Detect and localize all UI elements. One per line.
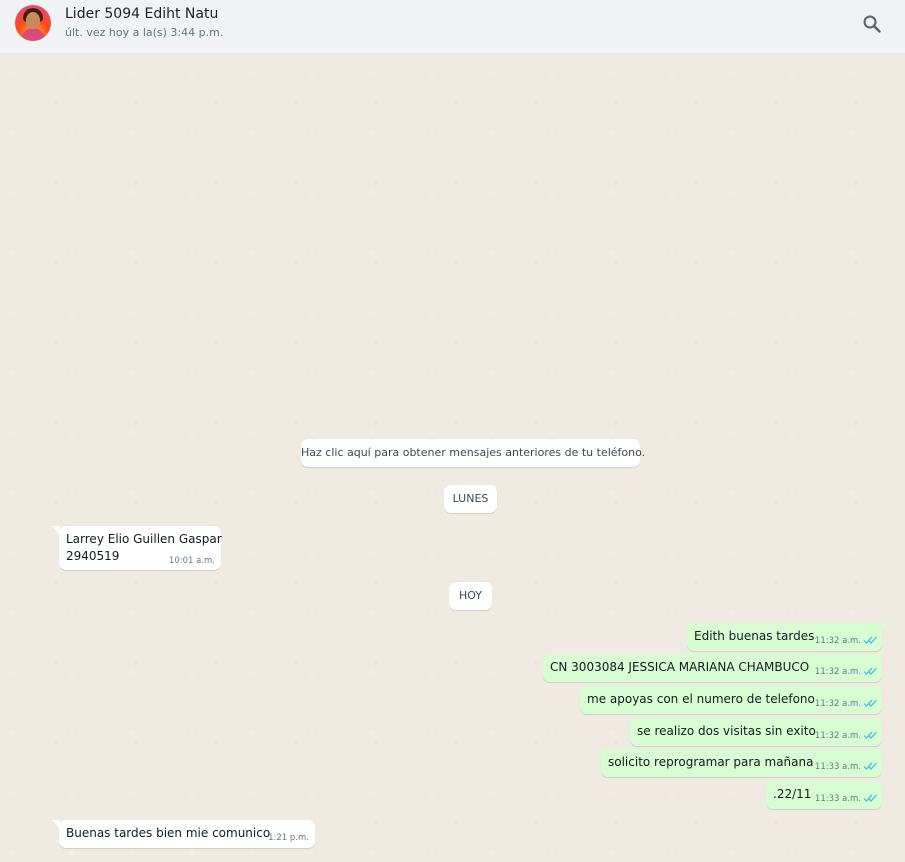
last-seen-status: últ. vez hoy a la(s) 3:44 p.m. (65, 26, 224, 39)
message-bubble-incoming[interactable]: Buenas tardes bien mie comunico 1:21 p.m… (52, 820, 315, 848)
date-label: HOY (458, 589, 483, 602)
read-receipt-icon (863, 699, 877, 707)
message-bubble-outgoing[interactable]: me apoyas con el numero de telefono 11:3… (580, 686, 882, 714)
read-receipt-icon (863, 762, 877, 770)
message-bubble-outgoing[interactable]: se realizo dos visitas sin exito 11:32 a… (630, 718, 882, 746)
message-time: 11:33 a.m. (814, 794, 861, 804)
date-divider-today: HOY (449, 582, 492, 610)
message-time: 1:21 p.m. (268, 833, 309, 843)
message-time: 11:32 a.m. (814, 636, 861, 646)
read-receipt-icon (863, 636, 877, 644)
message-bubble-outgoing[interactable]: .22/11 11:33 a.m. (766, 781, 882, 809)
message-bubble-incoming[interactable]: Larrey Elio Guillen Gaspar 2940519 10:01… (52, 526, 222, 570)
message-text: Edith buenas tardes (694, 629, 815, 643)
message-time: 11:32 a.m. (814, 667, 861, 677)
read-receipt-icon (863, 794, 877, 802)
message-text: me apoyas con el numero de telefono (587, 692, 815, 706)
message-time: 11:32 a.m. (814, 731, 861, 741)
message-text: CN 3003084 JESSICA MARIANA CHAMBUCO (550, 660, 810, 674)
read-receipt-icon (863, 667, 877, 675)
date-label: LUNES (452, 492, 489, 505)
message-text: se realizo dos visitas sin exito (637, 724, 816, 738)
read-receipt-icon (863, 731, 877, 739)
message-bubble-outgoing[interactable]: solicito reprogramar para mañana 11:33 a… (601, 749, 882, 777)
message-text: solicito reprogramar para mañana (608, 755, 814, 769)
message-time: 10:01 a.m. (168, 556, 215, 566)
chat-header: Lider 5094 Ediht Natu últ. vez hoy a la(… (0, 0, 905, 54)
message-text: 2940519 (66, 549, 120, 563)
message-text: .22/11 (773, 787, 812, 801)
contact-avatar[interactable] (15, 5, 51, 41)
search-icon[interactable] (862, 14, 882, 34)
message-text: Larrey Elio Guillen Gaspar (66, 532, 222, 546)
message-bubble-outgoing[interactable]: CN 3003084 JESSICA MARIANA CHAMBUCO 11:3… (543, 654, 882, 682)
message-time: 11:33 a.m. (814, 762, 861, 772)
date-divider-monday: LUNES (444, 485, 497, 513)
message-time: 11:32 a.m. (814, 699, 861, 709)
load-older-label: Haz clic aquí para obtener mensajes ante… (301, 446, 646, 459)
message-text: Buenas tardes bien mie comunico (66, 826, 271, 840)
message-bubble-outgoing[interactable]: Edith buenas tardes 11:32 a.m. (687, 623, 889, 651)
load-older-messages[interactable]: Haz clic aquí para obtener mensajes ante… (301, 439, 645, 467)
contact-name[interactable]: Lider 5094 Ediht Natu (65, 6, 218, 22)
